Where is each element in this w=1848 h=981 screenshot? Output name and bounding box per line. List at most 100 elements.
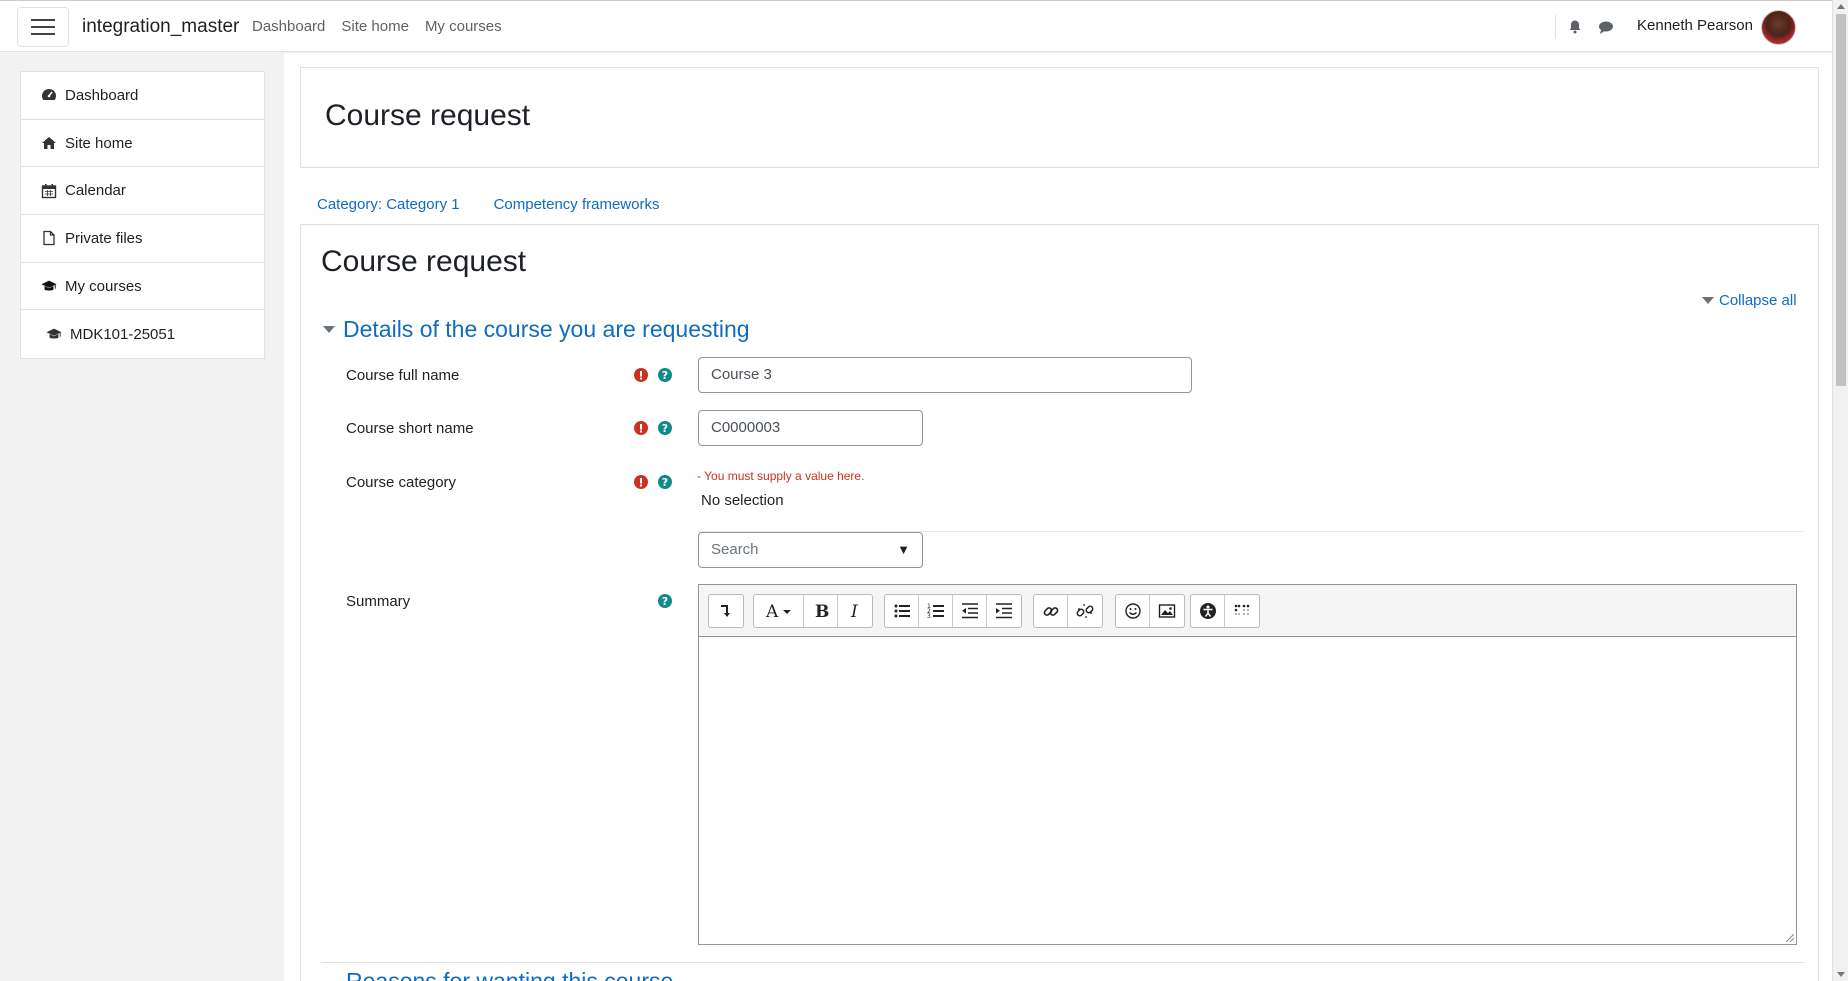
- help-icon[interactable]: ?: [658, 368, 672, 382]
- svg-text:I: I: [850, 602, 858, 620]
- sidebar-item-calendar[interactable]: Calendar: [21, 167, 264, 216]
- svg-text:3: 3: [927, 613, 931, 620]
- category-error-message: - You must supply a value here.: [697, 469, 865, 483]
- search-placeholder: Search: [711, 541, 759, 558]
- braille-icon: [1234, 604, 1250, 615]
- svg-text:?: ?: [662, 476, 668, 489]
- primary-navigation: Dashboard Site home My courses: [252, 18, 502, 35]
- bell-icon[interactable]: [1567, 19, 1583, 35]
- bold-icon: B: [815, 602, 829, 620]
- sidebar-item-site-home[interactable]: Site home: [21, 120, 264, 168]
- menu-bar-icon: [31, 26, 55, 28]
- outdent-icon: [961, 603, 978, 619]
- graduation-cap-icon: [41, 280, 57, 291]
- toolbar-group-links: [1033, 594, 1103, 628]
- bullet-list-icon: [894, 604, 910, 618]
- user-avatar[interactable]: [1761, 10, 1796, 45]
- italic-button[interactable]: I: [838, 595, 872, 627]
- svg-text:?: ?: [662, 595, 668, 608]
- link-icon: [1043, 607, 1058, 616]
- menu-bar-icon: [31, 19, 55, 21]
- category-selection-value: No selection: [701, 492, 784, 509]
- show-more-buttons[interactable]: [709, 595, 743, 627]
- calendar-icon: [41, 183, 57, 198]
- secondary-navigation: Category: Category 1 Competency framewor…: [317, 196, 659, 213]
- course-full-name-input[interactable]: Course 3: [698, 357, 1192, 393]
- italic-icon: I: [850, 602, 858, 620]
- link-button[interactable]: [1034, 595, 1068, 627]
- content-heading: Course request: [321, 245, 527, 278]
- graduation-cap-icon: [46, 328, 62, 339]
- scrollbar-thumb[interactable]: [1836, 14, 1846, 386]
- sidebar-item-private-files[interactable]: Private files: [21, 215, 264, 263]
- scroll-down-arrow-icon[interactable]: [1837, 972, 1845, 977]
- caret-down-icon: [1702, 297, 1714, 304]
- unlink-icon: [1076, 604, 1094, 618]
- nav-link-dashboard[interactable]: Dashboard: [252, 18, 325, 35]
- nav-link-my-courses[interactable]: My courses: [425, 18, 502, 35]
- sidebar-item-label: Calendar: [65, 182, 126, 200]
- required-icon: [634, 475, 648, 489]
- accessibility-icon: [1199, 603, 1216, 619]
- insert-image-button[interactable]: [1150, 595, 1184, 627]
- section-header-details[interactable]: Details of the course you are requesting: [323, 316, 750, 343]
- sidebar-item-label: Private files: [65, 229, 143, 247]
- sidebar-item-label: Dashboard: [65, 86, 139, 104]
- section-header-reasons[interactable]: Reasons for wanting this course: [346, 972, 673, 981]
- help-icon[interactable]: ?: [658, 594, 672, 608]
- dashboard-icon: [42, 89, 56, 101]
- category-link[interactable]: Category: Category 1: [317, 196, 460, 213]
- top-navbar: integration_master Dashboard Site home M…: [0, 0, 1832, 52]
- user-name[interactable]: Kenneth Pearson: [1637, 17, 1753, 34]
- font-style-icon: A: [765, 602, 791, 620]
- hamburger-menu-button[interactable]: [17, 7, 69, 47]
- category-label: Course category: [346, 474, 457, 491]
- outdent-button[interactable]: [953, 595, 987, 627]
- unlink-button[interactable]: [1068, 595, 1102, 627]
- smiley-icon: [1124, 603, 1141, 619]
- category-search-select[interactable]: Search ▼: [698, 532, 923, 568]
- file-icon: [43, 231, 55, 246]
- svg-text:A: A: [765, 602, 779, 620]
- indent-icon: [996, 603, 1012, 619]
- sidebar-item-course-mdk101[interactable]: MDK101-25051: [21, 310, 264, 358]
- emoticon-button[interactable]: [1116, 595, 1150, 627]
- page-scrollbar[interactable]: [1832, 0, 1848, 981]
- unordered-list-button[interactable]: [885, 595, 919, 627]
- resize-handle-icon[interactable]: [1786, 934, 1794, 942]
- short-name-label: Course short name: [346, 420, 474, 437]
- toolbar-group-style: A B I: [753, 594, 873, 628]
- summary-editor[interactable]: A B I 1 2 3: [698, 584, 1797, 945]
- help-icon[interactable]: ?: [658, 475, 672, 489]
- help-icon[interactable]: ?: [658, 421, 672, 435]
- required-icon: [634, 368, 648, 382]
- chat-bubble-icon[interactable]: [1598, 19, 1614, 35]
- nav-drawer: Dashboard Site home Calendar Private fil…: [20, 71, 265, 360]
- screenreader-helper-button[interactable]: [1225, 595, 1259, 627]
- competency-frameworks-link[interactable]: Competency frameworks: [494, 196, 660, 213]
- page-title: Course request: [325, 99, 531, 132]
- collapse-all-label: Collapse all: [1719, 292, 1797, 309]
- bold-button[interactable]: B: [804, 595, 838, 627]
- svg-text:B: B: [815, 602, 829, 620]
- site-brand[interactable]: integration_master: [82, 16, 239, 38]
- indent-button[interactable]: [987, 595, 1021, 627]
- expand-toolbar-icon: [721, 605, 730, 617]
- summary-label: Summary: [346, 593, 411, 610]
- collapse-all-link[interactable]: Collapse all: [1702, 292, 1797, 309]
- scroll-up-arrow-icon[interactable]: [1837, 4, 1845, 9]
- navbar-divider: [1555, 15, 1556, 39]
- paragraph-styles-button[interactable]: A: [754, 595, 804, 627]
- accessibility-checker-button[interactable]: [1191, 595, 1225, 627]
- ordered-list-button[interactable]: 1 2 3: [919, 595, 953, 627]
- nav-link-site-home[interactable]: Site home: [341, 18, 409, 35]
- caret-down-icon: [323, 326, 335, 333]
- sidebar-item-dashboard[interactable]: Dashboard: [21, 72, 264, 120]
- svg-text:?: ?: [662, 422, 668, 435]
- course-short-name-input[interactable]: C0000003: [698, 410, 923, 446]
- toolbar-group-media: [1115, 594, 1185, 628]
- svg-text:?: ?: [662, 369, 668, 382]
- toolbar-group-lists: 1 2 3: [884, 594, 1022, 628]
- section-title: Details of the course you are requesting: [343, 316, 750, 342]
- sidebar-item-my-courses[interactable]: My courses: [21, 263, 264, 311]
